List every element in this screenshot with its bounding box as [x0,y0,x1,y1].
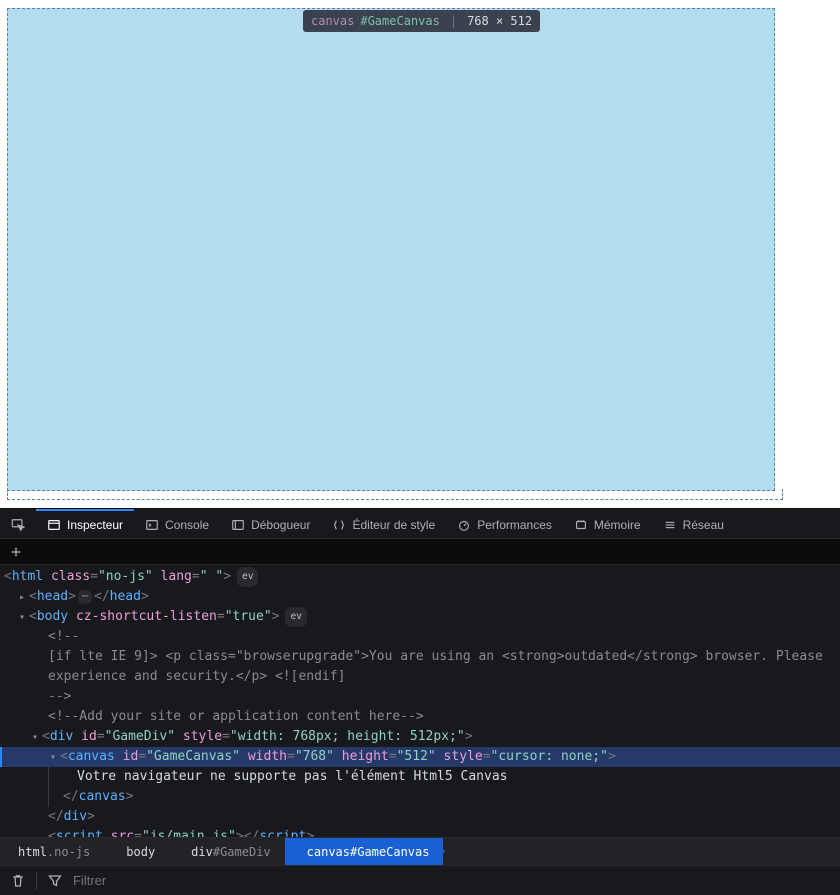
tab-performance[interactable]: Performances [446,509,563,538]
tab-debugger[interactable]: Débogueur [220,509,321,538]
dom-line-div-close[interactable]: </div> [0,807,840,827]
trash-icon[interactable] [10,873,26,889]
devtools-panel: Inspecteur Console Débogueur Éditeur de … [0,508,840,895]
event-badge[interactable]: ev [237,567,258,587]
dom-line-canvas-text[interactable]: Votre navigateur ne supporte pas l'éléme… [49,767,840,787]
pick-element-icon[interactable] [0,509,36,538]
toggle-icon[interactable] [48,747,58,768]
tab-network[interactable]: Réseau [652,509,735,538]
tab-label: Console [165,518,209,532]
dom-line-comment[interactable]: experience and security.</p> <![endif] [0,667,840,687]
tab-style-editor[interactable]: Éditeur de style [321,509,446,538]
tab-label: Réseau [683,518,724,532]
tab-label: Performances [477,518,552,532]
dom-line-script[interactable]: <script src="js/main.js"></script> [0,827,840,837]
memory-icon [574,518,588,532]
event-badge[interactable]: ev [285,607,306,627]
devtools-tabs: Inspecteur Console Débogueur Éditeur de … [0,509,840,539]
style-editor-icon [332,518,346,532]
tab-label: Éditeur de style [352,518,435,532]
dom-line-comment[interactable]: <!--Add your site or application content… [0,707,840,727]
tooltip-separator: | [450,14,457,28]
filter-input[interactable] [73,873,830,888]
breadcrumb-gamediv[interactable]: div#GameDiv [169,838,284,865]
breadcrumb-bar: html.no-js body div#GameDiv canvas#GameC… [0,837,840,865]
dom-line-canvas-close[interactable]: </canvas> [49,787,840,807]
tooltip-id: #GameCanvas [360,14,439,28]
tab-inspector[interactable]: Inspecteur [36,509,134,538]
dom-line-body[interactable]: <body cz-shortcut-listen="true"> ev [0,607,840,627]
dom-line-html[interactable]: <html class="no-js" lang=" "> ev [0,567,840,587]
devtools-addrow [0,539,840,565]
dom-line-gamediv[interactable]: <div id="GameDiv" style="width: 768px; h… [0,727,840,747]
dom-line-comment[interactable]: [if lte IE 9]> <p class="browserupgrade"… [0,647,840,667]
debugger-icon [231,518,245,532]
tab-label: Débogueur [251,518,310,532]
network-icon [663,518,677,532]
filter-bar [0,865,840,895]
separator [36,872,37,890]
breadcrumb-html[interactable]: html.no-js [0,838,104,865]
inspected-page: canvas #GameCanvas | 768 × 512 [0,0,840,508]
canvas-children: Votre navigateur ne supporte pas l'éléme… [48,767,840,807]
breadcrumb-body[interactable]: body [104,838,169,865]
element-tooltip: canvas #GameCanvas | 768 × 512 [303,10,540,32]
element-highlight-overlay [7,8,775,491]
tab-label: Inspecteur [67,518,123,532]
breadcrumb-canvas[interactable]: canvas#GameCanvas [285,838,444,865]
dom-line-comment[interactable]: --> [0,687,840,707]
add-tab-button[interactable] [7,543,25,561]
dom-tree[interactable]: <html class="no-js" lang=" "> ev <head> … [0,565,840,837]
tooltip-dimensions: 768 × 512 [467,14,532,28]
dom-line-comment[interactable]: <!-- [0,627,840,647]
tooltip-tagname: canvas [311,14,354,28]
toggle-icon[interactable] [17,587,27,608]
toggle-icon[interactable] [17,607,27,628]
dom-line-canvas-selected[interactable]: <canvas id="GameCanvas" width="768" heig… [0,747,840,767]
tab-memory[interactable]: Mémoire [563,509,652,538]
performance-icon [457,518,471,532]
tab-console[interactable]: Console [134,509,220,538]
inspector-icon [47,518,61,532]
toggle-icon[interactable] [30,727,40,748]
filter-icon[interactable] [47,873,63,889]
console-icon [145,518,159,532]
dom-line-head[interactable]: <head> ⋯ </head> [0,587,840,607]
ellipsis-icon[interactable]: ⋯ [78,590,92,604]
tab-label: Mémoire [594,518,641,532]
